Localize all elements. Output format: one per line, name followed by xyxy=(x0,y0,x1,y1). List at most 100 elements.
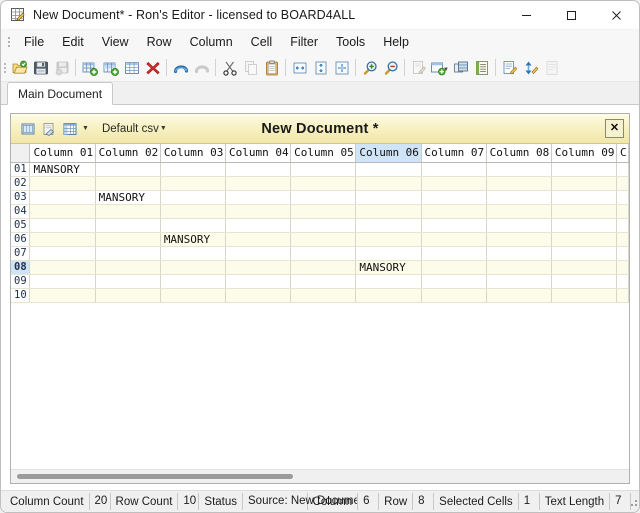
row-header-09[interactable]: 09 xyxy=(11,274,30,288)
grid-cell-r08-c2[interactable] xyxy=(95,260,160,274)
grid-cell-r01-c6[interactable] xyxy=(356,162,421,176)
grid-cell-r08-c3[interactable] xyxy=(160,260,225,274)
save-icon[interactable] xyxy=(30,57,51,78)
grid-cell-r06-c5[interactable] xyxy=(291,232,356,246)
grid-cell-r08-c7[interactable] xyxy=(421,260,486,274)
grid-cell-r01-c9[interactable] xyxy=(551,162,616,176)
grid-cell-r07-c8[interactable] xyxy=(486,246,551,260)
grid-cell-r10-c10[interactable] xyxy=(617,288,629,302)
grid-cell-r06-c1[interactable] xyxy=(30,232,95,246)
grid-cell-r05-c7[interactable] xyxy=(421,218,486,232)
row-header-06[interactable]: 06 xyxy=(11,232,30,246)
grid-cell-r09-c8[interactable] xyxy=(486,274,551,288)
paste-clipboard-icon[interactable] xyxy=(261,57,282,78)
grid-cell-r10-c7[interactable] xyxy=(421,288,486,302)
grid-cell-r08-c1[interactable] xyxy=(30,260,95,274)
grid-cell-r06-c6[interactable] xyxy=(356,232,421,246)
grid-cell-r06-c3[interactable]: MANSORY xyxy=(160,232,225,246)
menu-item-row[interactable]: Row xyxy=(138,32,181,52)
grid-cell-r08-c4[interactable] xyxy=(225,260,290,274)
redo-icon[interactable] xyxy=(191,57,212,78)
menu-item-column[interactable]: Column xyxy=(181,32,242,52)
grid-cell-r07-c4[interactable] xyxy=(225,246,290,260)
grid-cell-r10-c8[interactable] xyxy=(486,288,551,302)
grid-cell-r10-c9[interactable] xyxy=(551,288,616,302)
column-header-1[interactable]: Column 01 xyxy=(30,144,95,162)
table-row[interactable]: 10 xyxy=(11,288,629,302)
grid-cell-r02-c3[interactable] xyxy=(160,176,225,190)
grid-cell-r01-c8[interactable] xyxy=(486,162,551,176)
grid-cell-r02-c1[interactable] xyxy=(30,176,95,190)
row-header-08[interactable]: 08 xyxy=(11,260,30,274)
grid-cell-r05-c8[interactable] xyxy=(486,218,551,232)
grid-cell-r04-c3[interactable] xyxy=(160,204,225,218)
grid-cell-r09-c2[interactable] xyxy=(95,274,160,288)
grid-cell-r02-c8[interactable] xyxy=(486,176,551,190)
zoom-in-icon[interactable] xyxy=(359,57,380,78)
row-header-02[interactable]: 02 xyxy=(11,176,30,190)
grid-cell-r02-c6[interactable] xyxy=(356,176,421,190)
grid-cell-r08-c8[interactable] xyxy=(486,260,551,274)
table-row[interactable]: 09 xyxy=(11,274,629,288)
minimize-button[interactable] xyxy=(504,1,549,29)
grid-cell-r07-c3[interactable] xyxy=(160,246,225,260)
grid-cell-r02-c5[interactable] xyxy=(291,176,356,190)
grid-cell-r08-c10[interactable] xyxy=(617,260,629,274)
grid-cell-r03-c5[interactable] xyxy=(291,190,356,204)
toolbar-grip-icon[interactable] xyxy=(2,60,8,76)
delete-red-x-icon[interactable] xyxy=(142,57,163,78)
document-list-icon[interactable] xyxy=(471,57,492,78)
sort-updown-icon[interactable] xyxy=(520,57,541,78)
fit-both-icon[interactable] xyxy=(331,57,352,78)
grid-cell-r09-c7[interactable] xyxy=(421,274,486,288)
column-header-4[interactable]: Column 04 xyxy=(225,144,290,162)
grid-cell-r08-c5[interactable] xyxy=(291,260,356,274)
grid-cell-r06-c4[interactable] xyxy=(225,232,290,246)
grid-cell-r09-c10[interactable] xyxy=(617,274,629,288)
grid-cell-r05-c4[interactable] xyxy=(225,218,290,232)
menu-grip-icon[interactable] xyxy=(5,35,12,49)
grid-cell-r09-c3[interactable] xyxy=(160,274,225,288)
grid-cell-r01-c4[interactable] xyxy=(225,162,290,176)
grid-cell-r07-c5[interactable] xyxy=(291,246,356,260)
grid-cell-r04-c4[interactable] xyxy=(225,204,290,218)
grid-cell-r05-c9[interactable] xyxy=(551,218,616,232)
grid-cell-r03-c4[interactable] xyxy=(225,190,290,204)
grid-cell-r10-c2[interactable] xyxy=(95,288,160,302)
grid-cell-r01-c2[interactable] xyxy=(95,162,160,176)
menu-item-view[interactable]: View xyxy=(93,32,138,52)
menu-item-help[interactable]: Help xyxy=(374,32,418,52)
table-row[interactable]: 08MANSORY xyxy=(11,260,629,274)
column-header-2[interactable]: Column 02 xyxy=(95,144,160,162)
open-folder-icon[interactable] xyxy=(9,57,30,78)
grid-cell-r05-c2[interactable] xyxy=(95,218,160,232)
grid-icon[interactable] xyxy=(121,57,142,78)
grid-cell-r10-c5[interactable] xyxy=(291,288,356,302)
table-row[interactable]: 03MANSORY xyxy=(11,190,629,204)
grid-cell-r02-c9[interactable] xyxy=(551,176,616,190)
grid-cell-r02-c2[interactable] xyxy=(95,176,160,190)
grid-cell-r01-c10[interactable] xyxy=(617,162,629,176)
grid-cell-r04-c10[interactable] xyxy=(617,204,629,218)
grid-cell-r03-c8[interactable] xyxy=(486,190,551,204)
grid-cell-r05-c5[interactable] xyxy=(291,218,356,232)
grid-cell-r07-c1[interactable] xyxy=(30,246,95,260)
grid-cell-r04-c8[interactable] xyxy=(486,204,551,218)
column-header-8[interactable]: Column 08 xyxy=(486,144,551,162)
grid-cell-r04-c6[interactable] xyxy=(356,204,421,218)
grid-cell-r07-c7[interactable] xyxy=(421,246,486,260)
grid-cell-r03-c1[interactable] xyxy=(30,190,95,204)
menu-item-file[interactable]: File xyxy=(15,32,53,52)
close-document-button[interactable]: ✕ xyxy=(605,119,624,138)
chevron-down-icon[interactable]: ▼ xyxy=(443,67,449,73)
report-icon[interactable] xyxy=(541,57,562,78)
close-button[interactable] xyxy=(594,1,639,29)
grid-cell-r06-c8[interactable] xyxy=(486,232,551,246)
grid-cell-r01-c5[interactable] xyxy=(291,162,356,176)
grid-cell-r04-c9[interactable] xyxy=(551,204,616,218)
grid-cell-r10-c6[interactable] xyxy=(356,288,421,302)
table-row[interactable]: 05 xyxy=(11,218,629,232)
grid-cell-r06-c2[interactable] xyxy=(95,232,160,246)
grid-settings-icon[interactable] xyxy=(60,119,79,138)
grid-cell-r07-c6[interactable] xyxy=(356,246,421,260)
